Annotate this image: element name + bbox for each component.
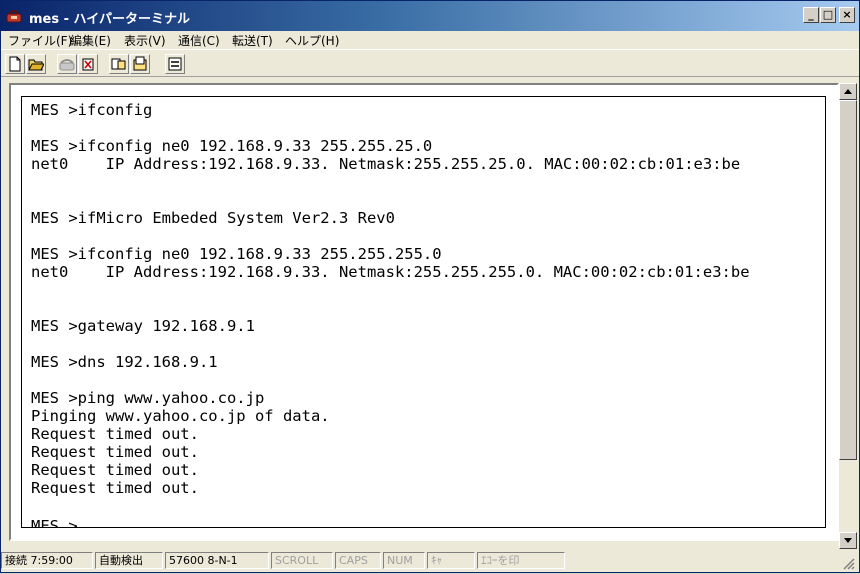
menu-communication[interactable]: 通信(C)	[178, 32, 220, 49]
terminal-line: MES >ifconfig ne0 192.168.9.33 255.255.2…	[31, 245, 442, 263]
menu-bar: ファイル(F) 編集(E) 表示(V) 通信(C) 転送(T) ヘルプ(H)	[1, 31, 859, 49]
terminal-line: Request timed out.	[31, 425, 199, 443]
terminal-line: MES >ifMicro Embeded System Ver2.3 Rev0	[31, 209, 395, 227]
menu-view[interactable]: 表示(V)	[124, 32, 166, 49]
terminal-line: MES >dns 192.168.9.1	[31, 353, 218, 371]
maximize-button[interactable]: □	[820, 7, 836, 23]
terminal-line: MES >ping www.yahoo.co.jp	[31, 389, 265, 407]
status-connection-time: 接続 7:59:00	[1, 552, 93, 569]
menu-file[interactable]: ファイル(F)	[8, 32, 72, 49]
title-bar[interactable]: mes - ハイパーターミナル _ □ ×	[1, 1, 859, 31]
status-scroll: SCROLL	[271, 552, 333, 569]
status-bar: 接続 7:59:00 自動検出 57600 8-N-1 SCROLL CAPS …	[1, 550, 859, 572]
terminal-line: net0 IP Address:192.168.9.33. Netmask:25…	[31, 155, 741, 173]
terminal-output: MES >ifconfig MES >ifconfig ne0 192.168.…	[31, 101, 750, 528]
properties-icon[interactable]	[165, 54, 185, 74]
menu-help[interactable]: ヘルプ(H)	[285, 32, 339, 49]
terminal-line: net0 IP Address:192.168.9.33. Netmask:25…	[31, 263, 750, 281]
scroll-up-arrow-icon[interactable]	[839, 83, 857, 100]
open-folder-icon[interactable]	[26, 54, 46, 74]
status-caps: CAPS	[335, 552, 381, 569]
terminal-line: Pinging www.yahoo.co.jp of data.	[31, 407, 330, 425]
scroll-down-arrow-icon[interactable]	[839, 532, 857, 549]
receive-icon[interactable]	[130, 54, 150, 74]
terminal-prompt: MES >	[31, 517, 78, 528]
menu-edit[interactable]: 編集(E)	[70, 32, 111, 49]
terminal-frame: MES >ifconfig MES >ifconfig ne0 192.168.…	[9, 83, 839, 541]
hyperterminal-app-icon[interactable]	[6, 8, 22, 24]
close-button[interactable]: ×	[839, 7, 855, 23]
menu-transfer[interactable]: 転送(T)	[232, 32, 273, 49]
disconnect-icon[interactable]	[78, 54, 98, 74]
phone-connect-icon[interactable]	[57, 54, 77, 74]
status-capture: ｷｬ	[427, 552, 475, 569]
window-title: mes - ハイパーターミナル	[29, 12, 191, 27]
terminal-line: MES >ifconfig ne0 192.168.9.33 255.255.2…	[31, 137, 433, 155]
terminal-screen[interactable]: MES >ifconfig MES >ifconfig ne0 192.168.…	[21, 96, 826, 528]
resize-grip-icon[interactable]	[841, 555, 855, 574]
text-cursor	[78, 515, 87, 527]
send-icon[interactable]	[109, 54, 129, 74]
minimize-button[interactable]: _	[803, 7, 819, 23]
status-echo-print: ｴｺｰを印	[477, 552, 565, 569]
terminal-line: Request timed out.	[31, 461, 199, 479]
status-num: NUM	[383, 552, 425, 569]
toolbar	[1, 49, 859, 77]
terminal-line: MES >gateway 192.168.9.1	[31, 317, 255, 335]
terminal-line: Request timed out.	[31, 443, 199, 461]
status-port-settings: 57600 8-N-1	[165, 552, 269, 569]
status-auto-detect: 自動検出	[95, 552, 163, 569]
hyperterminal-window: mes - ハイパーターミナル _ □ × ファイル(F) 編集(E) 表示(V…	[0, 0, 860, 573]
terminal-line: Request timed out.	[31, 479, 199, 497]
new-document-icon[interactable]	[5, 54, 25, 74]
vertical-scrollbar[interactable]	[839, 83, 857, 549]
terminal-line: MES >ifconfig	[31, 101, 153, 119]
scrollbar-thumb[interactable]	[839, 100, 857, 460]
